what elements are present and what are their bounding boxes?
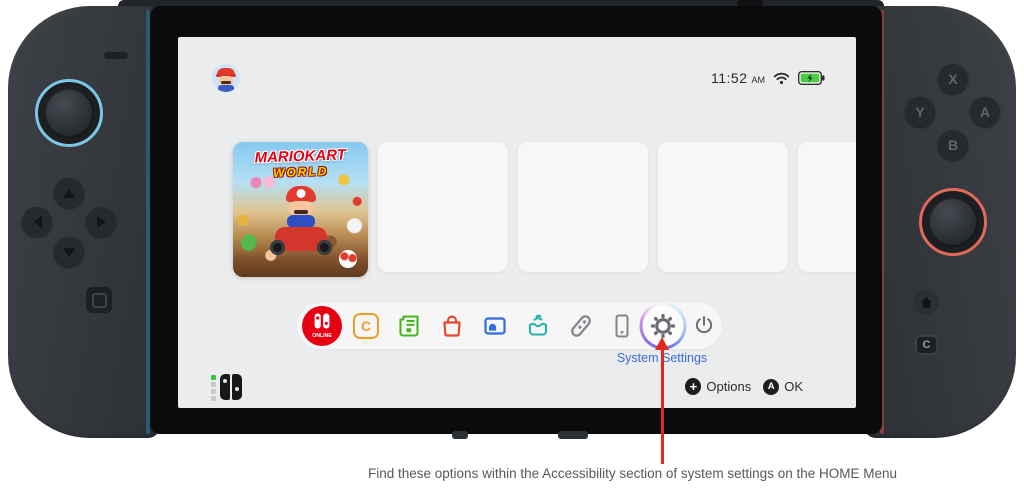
home-icon <box>920 296 933 309</box>
empty-game-slot <box>798 142 856 272</box>
news-icon[interactable] <box>394 311 424 341</box>
options-hint-label: Options <box>706 379 751 394</box>
console-foot <box>558 431 588 439</box>
controllers-icon[interactable] <box>565 310 597 342</box>
options-hint: + Options <box>685 378 751 395</box>
avatar-art <box>221 81 231 84</box>
battery-segment-empty <box>211 382 216 387</box>
mario-art <box>286 186 316 202</box>
character-art <box>241 236 256 251</box>
clock-time: 11:52 <box>711 70 748 86</box>
gamechat-letter: C <box>361 318 371 334</box>
x-button-label: X <box>948 71 957 87</box>
a-button: A <box>970 97 1000 127</box>
joycon-pair-icon <box>220 374 242 401</box>
status-bar: 11:52 AM <box>711 70 825 86</box>
c-button-label: C <box>923 339 931 351</box>
left-joycon-glyph <box>220 374 230 400</box>
empty-game-slot <box>518 142 648 272</box>
x-button: X <box>938 64 968 94</box>
user-avatar[interactable] <box>212 64 240 92</box>
b-button-label: B <box>948 137 958 153</box>
c-button: C <box>915 335 938 355</box>
nintendo-switch-online-icon[interactable]: ONLINE <box>302 306 342 346</box>
y-button: Y <box>905 97 935 127</box>
a-button-label: A <box>980 104 990 120</box>
battery-segment-empty <box>211 389 216 394</box>
battery-segment-empty <box>211 396 216 401</box>
ok-hint: A OK <box>763 379 803 395</box>
sleep-mode-icon[interactable] <box>691 313 717 339</box>
empty-game-slot <box>378 142 508 272</box>
instructional-figure: X Y A B C 11:52 AM <box>0 0 1024 491</box>
character-art <box>263 176 275 188</box>
left-analog-stick <box>35 79 103 147</box>
empty-game-slot <box>658 142 788 272</box>
right-arrow-icon <box>97 216 106 228</box>
minus-button <box>104 52 128 59</box>
right-joycon-glyph <box>232 374 242 400</box>
clock-meridiem: AM <box>752 71 766 85</box>
game-tile-mario-kart-world[interactable]: MARIOKART WORLD <box>233 142 368 277</box>
plus-button-icon: + <box>685 378 701 395</box>
kart-art <box>275 227 327 251</box>
character-art <box>339 250 357 268</box>
left-arrow-icon <box>33 216 42 228</box>
game-logo: MARIOKART WORLD <box>233 147 368 181</box>
y-button-label: Y <box>915 104 924 120</box>
album-icon[interactable] <box>480 311 510 341</box>
eshop-icon[interactable] <box>437 311 467 341</box>
wifi-icon <box>773 71 790 85</box>
button-hints: + Options A OK <box>685 378 803 395</box>
dpad-up-button <box>54 178 84 208</box>
controller-battery-widget <box>211 374 242 401</box>
capture-square-icon <box>92 293 107 308</box>
gamechat-icon[interactable]: C <box>353 313 379 339</box>
online-badge-text: ONLINE <box>312 333 332 339</box>
dpad-left-button <box>22 207 52 237</box>
b-button: B <box>938 130 968 160</box>
capture-button <box>86 287 112 313</box>
stick-cap <box>928 197 978 247</box>
up-arrow-icon <box>63 189 75 198</box>
caption-text: Find these options within the Accessibil… <box>368 466 897 481</box>
ok-hint-label: OK <box>784 379 803 394</box>
battery-segment-full <box>211 375 216 380</box>
annotation-arrow-line <box>661 349 664 464</box>
console-foot <box>452 431 468 439</box>
down-arrow-icon <box>63 248 75 257</box>
dpad-right-button <box>86 207 116 237</box>
avatar-art <box>218 85 234 92</box>
console-tablet: 11:52 AM MARIOKART <box>150 6 882 434</box>
home-menu-screen: 11:52 AM MARIOKART <box>178 37 856 408</box>
battery-level-indicator <box>211 374 216 401</box>
a-button-icon: A <box>763 379 779 395</box>
home-button <box>913 289 939 315</box>
mario-art <box>289 201 313 216</box>
console-icon[interactable] <box>607 311 637 341</box>
stick-cap <box>44 88 94 138</box>
battery-charging-icon <box>798 71 825 85</box>
right-analog-stick <box>919 188 987 256</box>
virtual-game-card-icon[interactable] <box>523 311 553 341</box>
dpad-down-button <box>54 237 84 267</box>
